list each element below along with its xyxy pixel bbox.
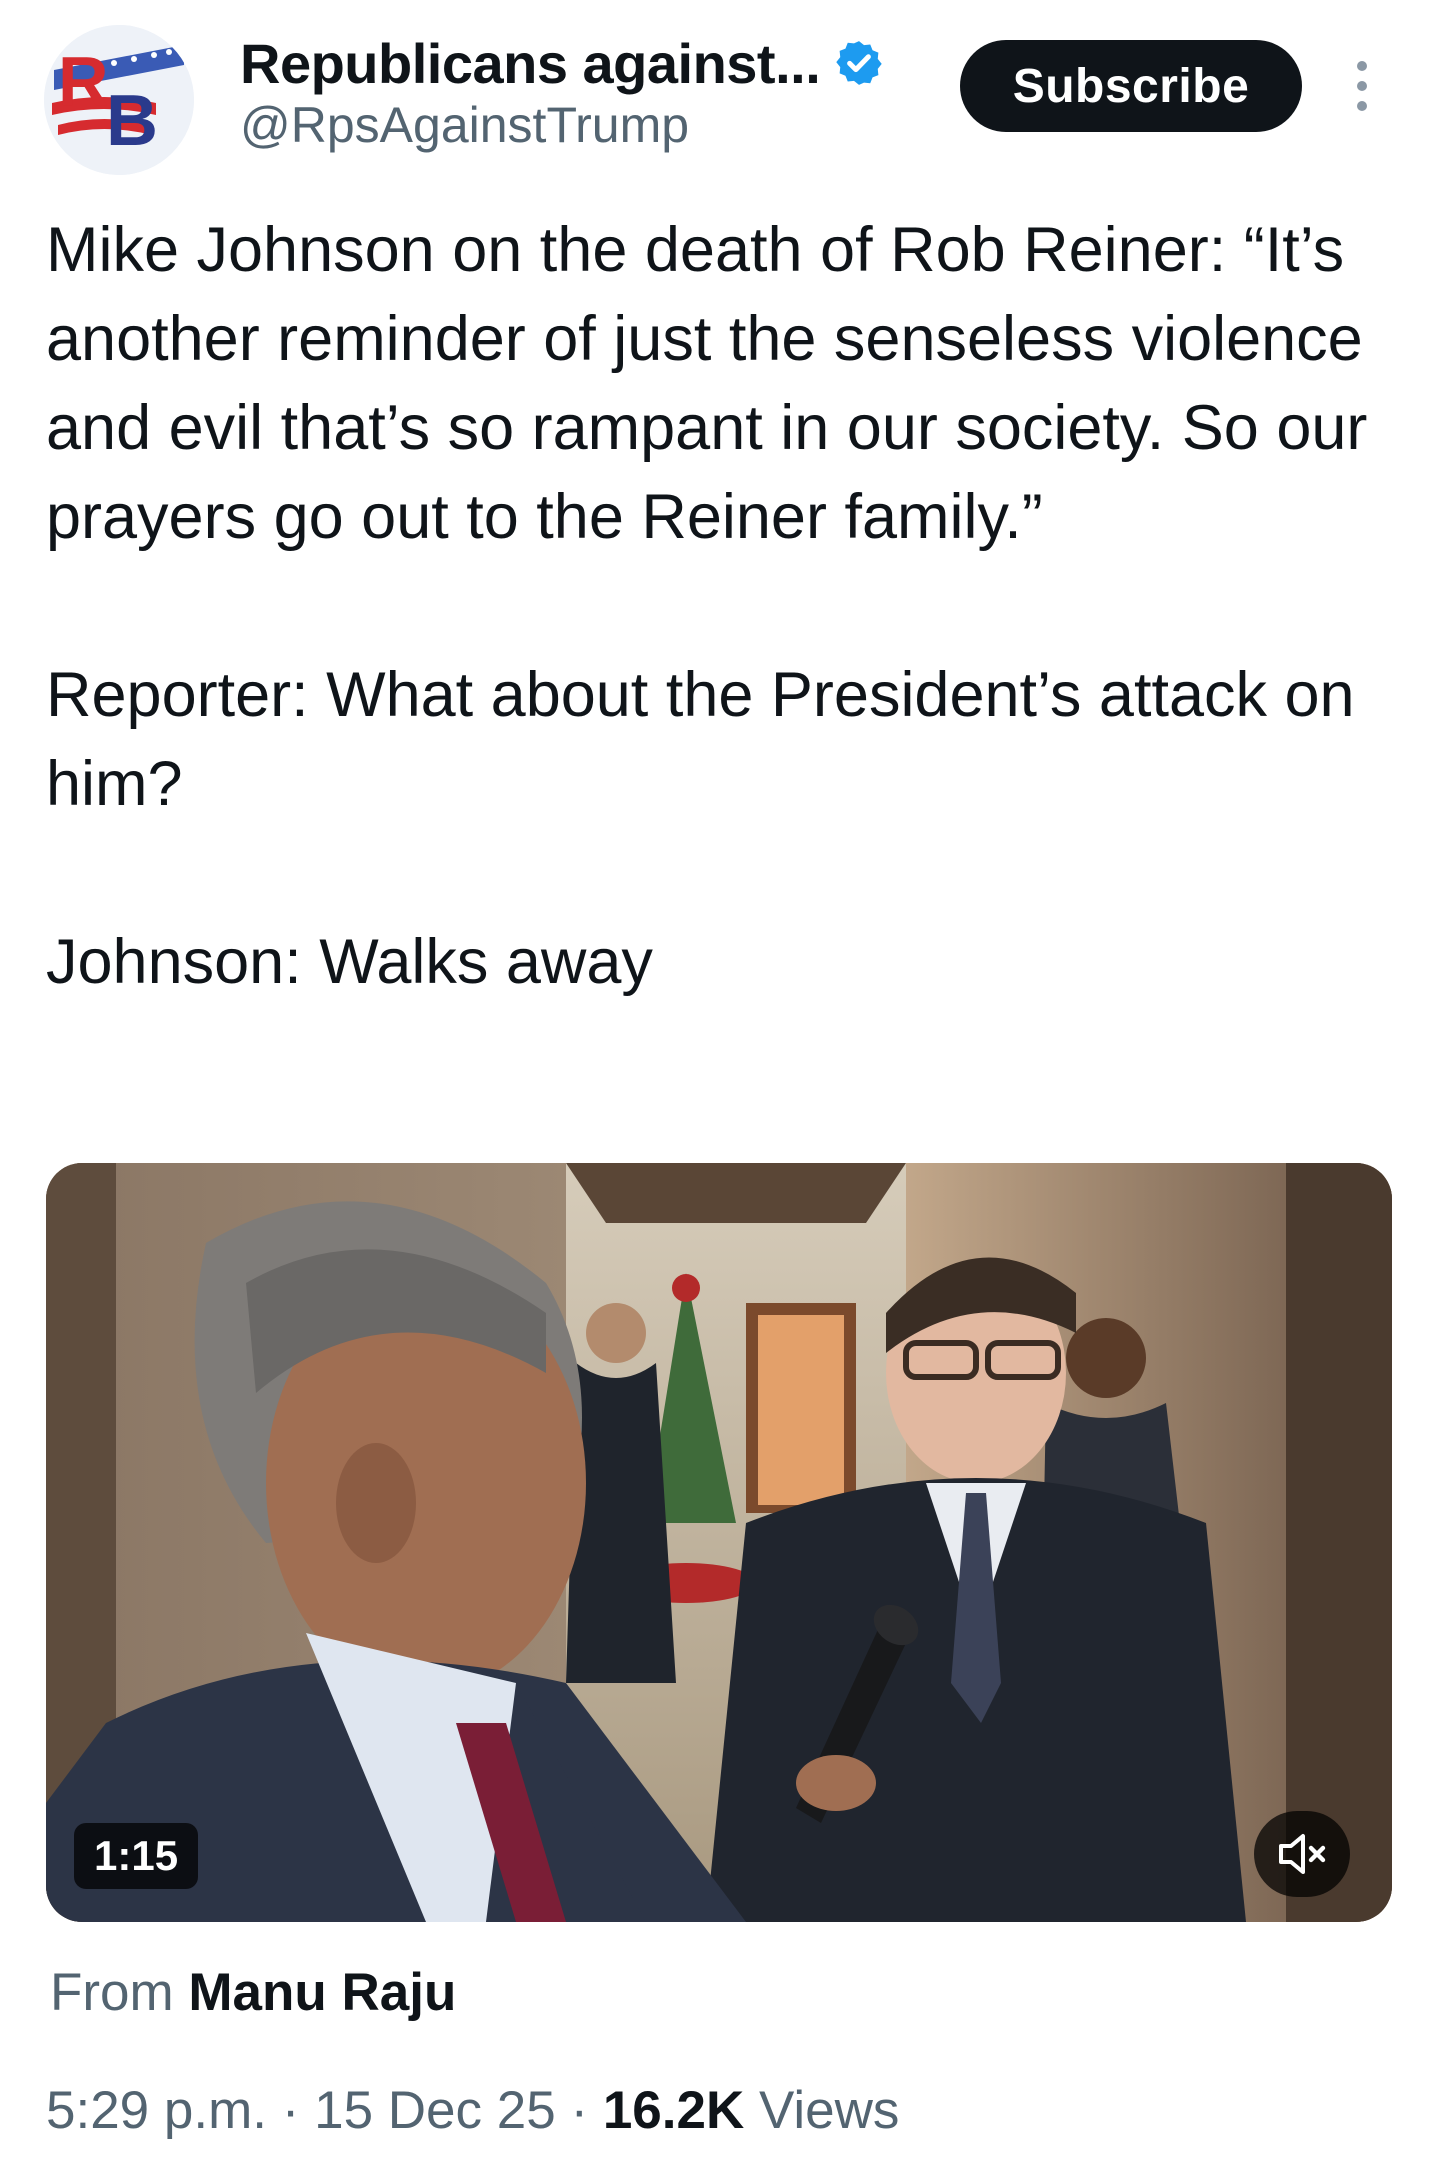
author-handle[interactable]: @RpsAgainstTrump xyxy=(240,96,689,154)
subscribe-button[interactable]: Subscribe xyxy=(960,40,1302,132)
tweet-paragraph: Reporter: What about the President’s att… xyxy=(46,660,1355,819)
views-label[interactable]: Views xyxy=(759,2081,899,2140)
attribution-prefix: From xyxy=(50,1963,174,2022)
tweet-text: Mike Johnson on the death of Rob Reiner:… xyxy=(46,206,1406,1007)
tweet-paragraph: Mike Johnson on the death of Rob Reiner:… xyxy=(46,215,1368,552)
verified-badge-icon xyxy=(836,41,882,85)
speaker-muted-icon xyxy=(1279,1834,1326,1874)
media-attribution: From Manu Raju xyxy=(50,1962,456,2023)
tweet-paragraph: Johnson: Walks away xyxy=(46,927,653,997)
avatar-letter-b: B xyxy=(106,81,158,161)
video-thumbnail xyxy=(46,1163,1392,1922)
author-avatar[interactable]: R B xyxy=(44,25,194,175)
author-display-name[interactable]: Republicans against... xyxy=(240,31,821,96)
avatar-letter-r: R xyxy=(58,42,109,120)
tweet-header: R B Republicans against... @RpsAgainstTr… xyxy=(0,0,1440,175)
meta-separator: · xyxy=(570,2081,589,2140)
video-duration-badge: 1:15 xyxy=(74,1823,199,1889)
meta-separator: · xyxy=(281,2081,300,2140)
tweet-date[interactable]: 15 Dec 25 xyxy=(314,2081,556,2140)
avatar-logo: R B xyxy=(44,25,194,175)
tweet-metadata: 5:29 p.m. · 15 Dec 25 · 16.2K Views xyxy=(46,2080,899,2141)
tweet-time[interactable]: 5:29 p.m. xyxy=(46,2081,267,2140)
attribution-source-link[interactable]: Manu Raju xyxy=(188,1963,456,2022)
mute-button[interactable] xyxy=(1254,1811,1350,1897)
author-name-row[interactable]: Republicans against... xyxy=(240,28,884,98)
vertical-ellipsis-icon[interactable] xyxy=(1342,56,1382,116)
video-player[interactable]: 1:15 xyxy=(46,1163,1392,1922)
views-count[interactable]: 16.2K xyxy=(603,2081,744,2140)
